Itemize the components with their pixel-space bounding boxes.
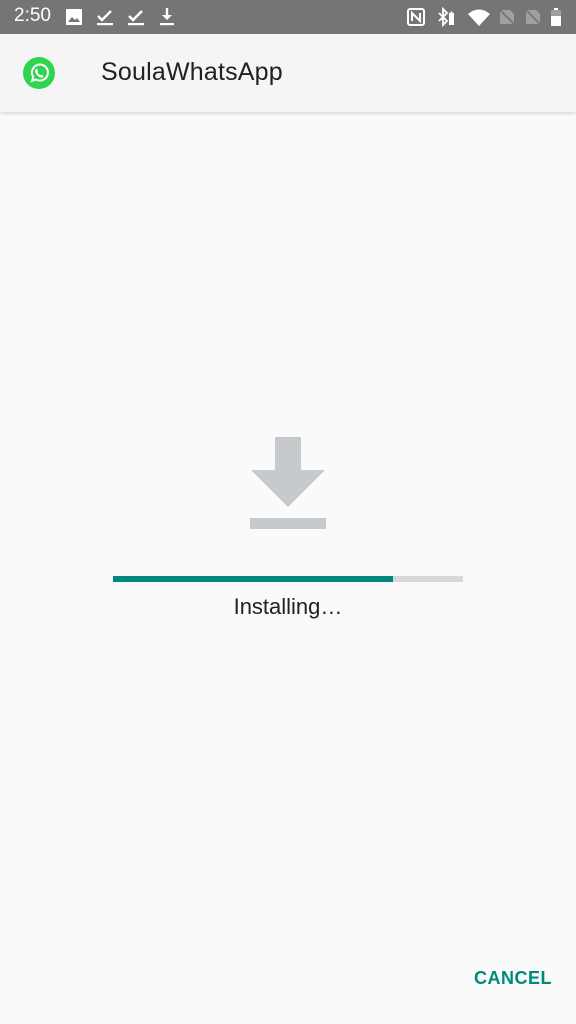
app-bar: SoulaWhatsApp [0, 34, 576, 112]
status-time: 2:50 [14, 5, 51, 26]
install-status-text: Installing… [233, 594, 343, 619]
app-title: SoulaWhatsApp [101, 58, 283, 86]
download-icon [250, 437, 326, 529]
install-progress-fill [113, 576, 393, 582]
download-complete-icon [97, 10, 113, 26]
cancel-button[interactable]: CANCEL [466, 966, 560, 991]
whatsapp-logo-icon [23, 57, 55, 89]
no-sim-icon [499, 9, 515, 25]
no-sim-icon [525, 9, 541, 25]
download-complete-icon [128, 10, 144, 26]
install-progress-bar [113, 576, 463, 582]
wifi-icon [468, 9, 490, 26]
battery-icon [551, 8, 561, 26]
nfc-icon [407, 8, 425, 26]
bluetooth-icon [438, 7, 454, 27]
status-bar: 2:50 [0, 0, 576, 34]
download-notification-icon [160, 8, 174, 26]
image-notification-icon [66, 9, 82, 25]
